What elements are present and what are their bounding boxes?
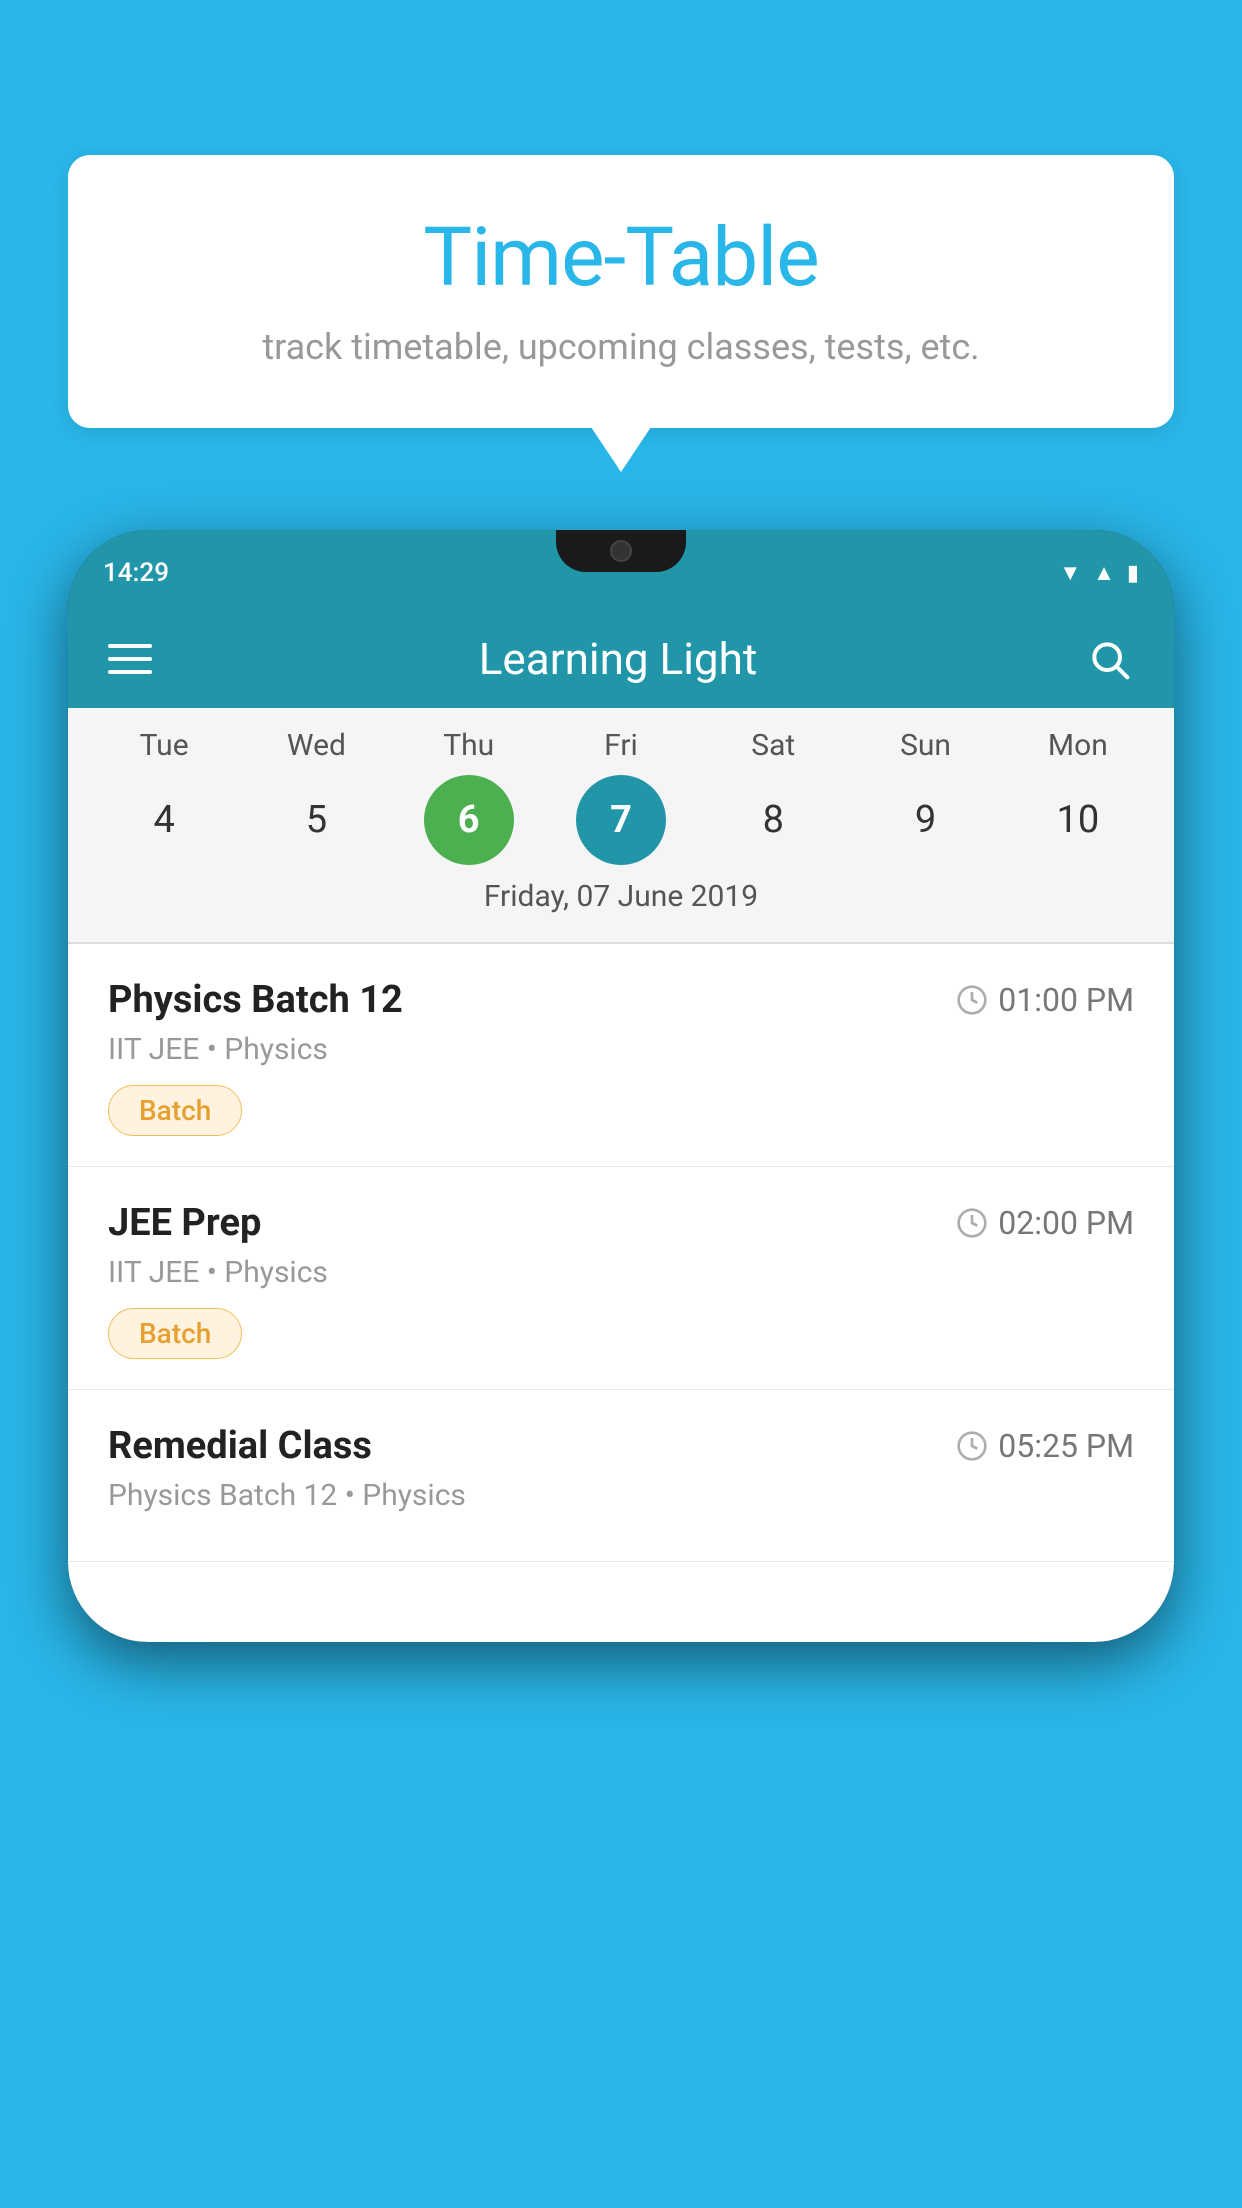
status-time: 14:29	[103, 552, 169, 588]
app-title: Learning Light	[479, 633, 758, 685]
day-label-thu: Thu	[424, 728, 514, 763]
signal-icon: ▲	[1093, 560, 1115, 586]
schedule-item-2-header: JEE Prep 02:00 PM	[108, 1201, 1134, 1245]
schedule-item-1-time-text: 01:00 PM	[998, 981, 1134, 1019]
hamburger-menu-icon[interactable]	[108, 644, 152, 674]
day-numbers: 4 5 6 7 8 9 10	[68, 775, 1174, 865]
status-bar: 14:29 ▼ ▲ ▮	[68, 530, 1174, 610]
day-label-wed: Wed	[271, 728, 361, 763]
schedule-item-3-time: 05:25 PM	[956, 1427, 1134, 1465]
day-labels: Tue Wed Thu Fri Sat Sun Mon	[68, 728, 1174, 763]
schedule-item-2-time: 02:00 PM	[956, 1204, 1134, 1242]
calendar-strip: Tue Wed Thu Fri Sat Sun Mon 4 5 6 7 8 9 …	[68, 708, 1174, 942]
schedule-item-3-title: Remedial Class	[108, 1424, 372, 1468]
schedule-item-1-time: 01:00 PM	[956, 981, 1134, 1019]
day-label-mon: Mon	[1033, 728, 1123, 763]
status-icons: ▼ ▲ ▮	[1059, 554, 1139, 586]
day-5[interactable]: 5	[271, 775, 361, 865]
phone-notch	[556, 530, 686, 572]
camera	[610, 540, 632, 562]
clock-icon-2	[956, 1207, 988, 1239]
day-label-sat: Sat	[728, 728, 818, 763]
battery-icon: ▮	[1127, 561, 1139, 586]
day-4[interactable]: 4	[119, 775, 209, 865]
phone-container: 14:29 ▼ ▲ ▮ Learning Light	[68, 530, 1174, 2208]
schedule-item-2-tag: Batch	[108, 1308, 242, 1359]
day-label-fri: Fri	[576, 728, 666, 763]
selected-date-label: Friday, 07 June 2019	[68, 865, 1174, 932]
schedule-item-3-subtitle: Physics Batch 12 • Physics	[108, 1478, 1134, 1513]
day-label-tue: Tue	[119, 728, 209, 763]
phone: 14:29 ▼ ▲ ▮ Learning Light	[68, 530, 1174, 1642]
schedule-item-1-tag: Batch	[108, 1085, 242, 1136]
phone-bottom-curve	[68, 1562, 1174, 1642]
day-6-today[interactable]: 6	[424, 775, 514, 865]
day-8[interactable]: 8	[728, 775, 818, 865]
clock-icon-1	[956, 984, 988, 1016]
speech-bubble-container: Time-Table track timetable, upcoming cla…	[68, 155, 1174, 428]
app-bar: Learning Light	[68, 610, 1174, 708]
day-label-sun: Sun	[881, 728, 971, 763]
schedule-item-3-time-text: 05:25 PM	[998, 1427, 1134, 1465]
bubble-title: Time-Table	[128, 210, 1114, 306]
schedule-item-1-title: Physics Batch 12	[108, 978, 403, 1022]
schedule-item-3[interactable]: Remedial Class 05:25 PM Physics Batch 12…	[68, 1390, 1174, 1562]
schedule-item-2[interactable]: JEE Prep 02:00 PM IIT JEE • Physics Batc…	[68, 1167, 1174, 1390]
clock-icon-3	[956, 1430, 988, 1462]
speech-bubble: Time-Table track timetable, upcoming cla…	[68, 155, 1174, 428]
schedule-item-2-title: JEE Prep	[108, 1201, 261, 1245]
schedule-item-1[interactable]: Physics Batch 12 01:00 PM IIT JEE • Phys…	[68, 944, 1174, 1167]
schedule-item-1-subtitle: IIT JEE • Physics	[108, 1032, 1134, 1067]
search-icon[interactable]	[1084, 634, 1134, 684]
schedule-item-2-time-text: 02:00 PM	[998, 1204, 1134, 1242]
schedule-item-1-header: Physics Batch 12 01:00 PM	[108, 978, 1134, 1022]
day-10[interactable]: 10	[1033, 775, 1123, 865]
schedule-list: Physics Batch 12 01:00 PM IIT JEE • Phys…	[68, 944, 1174, 1562]
day-9[interactable]: 9	[881, 775, 971, 865]
schedule-item-3-header: Remedial Class 05:25 PM	[108, 1424, 1134, 1468]
day-7-selected[interactable]: 7	[576, 775, 666, 865]
wifi-icon: ▼	[1059, 560, 1081, 586]
bubble-subtitle: track timetable, upcoming classes, tests…	[128, 326, 1114, 368]
schedule-item-2-subtitle: IIT JEE • Physics	[108, 1255, 1134, 1290]
